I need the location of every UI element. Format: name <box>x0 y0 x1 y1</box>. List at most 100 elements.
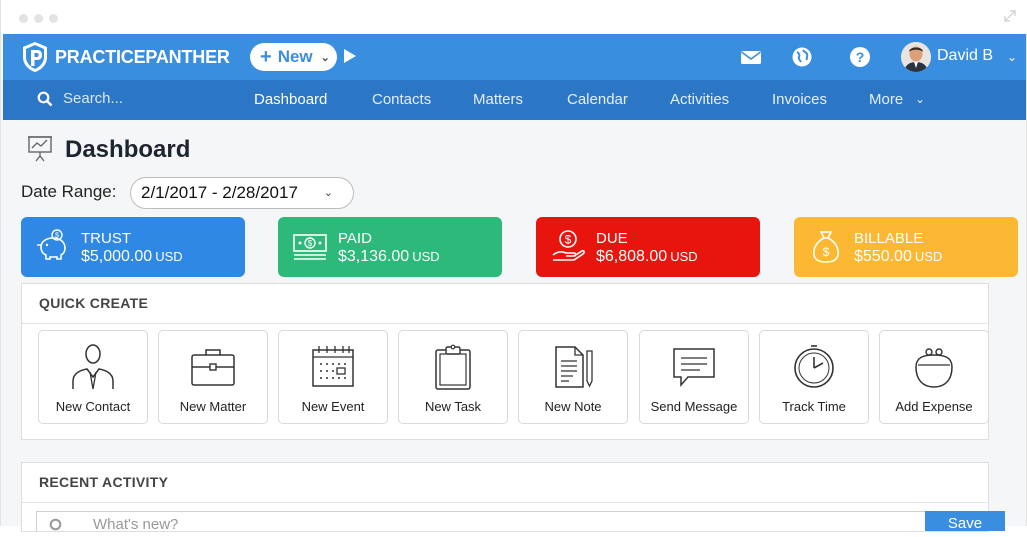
clock-icon <box>794 345 834 388</box>
svg-text:$: $ <box>565 233 572 247</box>
window-dot[interactable] <box>34 14 43 23</box>
chevron-down-icon: ⌄ <box>320 51 330 64</box>
card-amount: $3,136.00 <box>338 248 410 265</box>
new-note-label: New Note <box>544 399 602 414</box>
card-value: $6,808.00 USD <box>596 248 698 266</box>
new-task-label: New Task <box>424 399 482 414</box>
recent-activity-panel: RECENT ACTIVITY What's new? Save <box>21 462 1005 533</box>
main-nav: Search... Dashboard Contacts Matters Cal… <box>3 80 1026 120</box>
due-card[interactable]: $ DUE $6,808.00 USD <box>536 217 760 277</box>
card-label: DUE <box>596 230 628 247</box>
card-currency: USD <box>670 249 698 264</box>
new-matter-label: New Matter <box>179 399 247 414</box>
globe-icon[interactable] <box>791 46 813 68</box>
nav-invoices[interactable]: Invoices <box>772 91 827 108</box>
status-placeholder: What's new? <box>93 516 179 533</box>
message-icon <box>673 348 715 387</box>
trust-card[interactable]: $ TRUST $5,000.00 USD <box>21 217 245 277</box>
send-message-label: Send Message <box>650 399 738 414</box>
dashboard-content: Dashboard Date Range: 2/1/2017 - 2/28/20… <box>3 120 1026 533</box>
piggy-bank-icon: $ <box>37 229 66 260</box>
save-button[interactable]: Save <box>925 511 1005 532</box>
avatar[interactable] <box>901 42 931 72</box>
new-button-label: New <box>277 47 313 66</box>
search-input[interactable]: Search... <box>63 90 123 107</box>
window-dot[interactable] <box>49 14 58 23</box>
money-bag-icon: $ <box>813 231 839 263</box>
clipboard-icon <box>435 344 471 390</box>
date-range-value: 2/1/2017 - 2/28/2017 <box>141 183 298 202</box>
person-icon <box>72 344 114 390</box>
send-message-button[interactable]: Send Message <box>639 330 749 424</box>
card-label: TRUST <box>81 230 131 247</box>
chevron-down-icon: ⌄ <box>323 187 333 199</box>
new-note-button[interactable]: New Note <box>518 330 628 424</box>
svg-text:$: $ <box>308 239 313 248</box>
logo[interactable]: PRACTICEPANTHER <box>21 41 230 73</box>
mail-icon[interactable] <box>740 46 762 68</box>
calendar-icon <box>312 346 354 387</box>
card-amount: $550.00 <box>854 248 912 265</box>
card-currency: USD <box>155 249 183 264</box>
card-value: $550.00 USD <box>854 248 942 266</box>
nav-activities[interactable]: Activities <box>670 91 729 108</box>
add-expense-button[interactable]: Add Expense <box>879 330 989 424</box>
user-avatar-icon <box>901 42 931 72</box>
chevron-down-icon[interactable]: ⌄ <box>1007 50 1017 64</box>
card-currency: USD <box>914 249 943 264</box>
track-time-button[interactable]: Track Time <box>759 330 869 424</box>
paid-card[interactable]: $ PAID $3,136.00 USD <box>278 217 502 277</box>
logo-text: PRACTICEPANTHER <box>55 46 230 67</box>
svg-text:?: ? <box>856 49 865 65</box>
recent-activity-title: RECENT ACTIVITY <box>22 463 988 503</box>
svg-text:$: $ <box>823 245 830 259</box>
card-value: $5,000.00 USD <box>81 248 183 266</box>
card-currency: USD <box>412 249 440 264</box>
new-contact-button[interactable]: New Contact <box>38 330 148 424</box>
hand-dollar-icon: $ <box>552 230 585 261</box>
app-window: PRACTICEPANTHER + New ⌄ ? David B ⌄ Sear… <box>0 0 1027 533</box>
quick-create-title: QUICK CREATE <box>22 284 988 324</box>
new-contact-label: New Contact <box>55 399 131 414</box>
user-name[interactable]: David B <box>937 47 993 65</box>
search-icon <box>49 518 62 531</box>
play-icon[interactable] <box>344 49 356 63</box>
window-chrome <box>1 0 1027 34</box>
quick-create-panel: QUICK CREATE New Contact New Matter New … <box>21 283 989 440</box>
date-range-label: Date Range: <box>21 182 117 201</box>
date-range-select[interactable]: 2/1/2017 - 2/28/2017 ⌄ <box>130 177 354 209</box>
nav-calendar[interactable]: Calendar <box>567 91 628 108</box>
help-icon[interactable]: ? <box>849 46 871 68</box>
new-button[interactable]: + New ⌄ <box>250 43 337 71</box>
card-label: BILLABLE <box>854 230 924 247</box>
nav-dashboard[interactable]: Dashboard <box>254 91 327 108</box>
page-title: Dashboard <box>65 136 191 163</box>
new-event-button[interactable]: New Event <box>278 330 388 424</box>
card-value: $3,136.00 USD <box>338 248 440 266</box>
card-label: PAID <box>338 230 372 247</box>
expand-icon[interactable] <box>1004 10 1016 22</box>
status-input[interactable]: What's new? <box>36 511 926 533</box>
card-amount: $6,808.00 <box>596 248 668 265</box>
purse-icon <box>915 348 953 388</box>
briefcase-icon <box>191 349 235 386</box>
card-amount: $5,000.00 <box>81 248 153 265</box>
chevron-down-icon[interactable]: ⌄ <box>915 92 925 106</box>
add-expense-label: Add Expense <box>895 399 973 414</box>
svg-text:$: $ <box>55 233 59 240</box>
panther-logo-icon <box>23 42 47 72</box>
new-event-label: New Event <box>301 399 365 414</box>
track-time-label: Track Time <box>782 399 846 414</box>
cash-icon: $ <box>293 234 327 260</box>
window-dot[interactable] <box>19 14 28 23</box>
new-matter-button[interactable]: New Matter <box>158 330 268 424</box>
new-task-button[interactable]: New Task <box>398 330 508 424</box>
plus-icon: + <box>260 45 272 68</box>
nav-more[interactable]: More <box>869 91 903 108</box>
search[interactable]: Search... <box>37 90 123 107</box>
nav-contacts[interactable]: Contacts <box>372 91 431 108</box>
top-bar: PRACTICEPANTHER + New ⌄ ? David B ⌄ <box>3 34 1026 80</box>
billable-card[interactable]: $ BILLABLE $550.00 USD <box>794 217 1018 277</box>
presentation-chart-icon <box>28 136 52 162</box>
nav-matters[interactable]: Matters <box>473 91 523 108</box>
